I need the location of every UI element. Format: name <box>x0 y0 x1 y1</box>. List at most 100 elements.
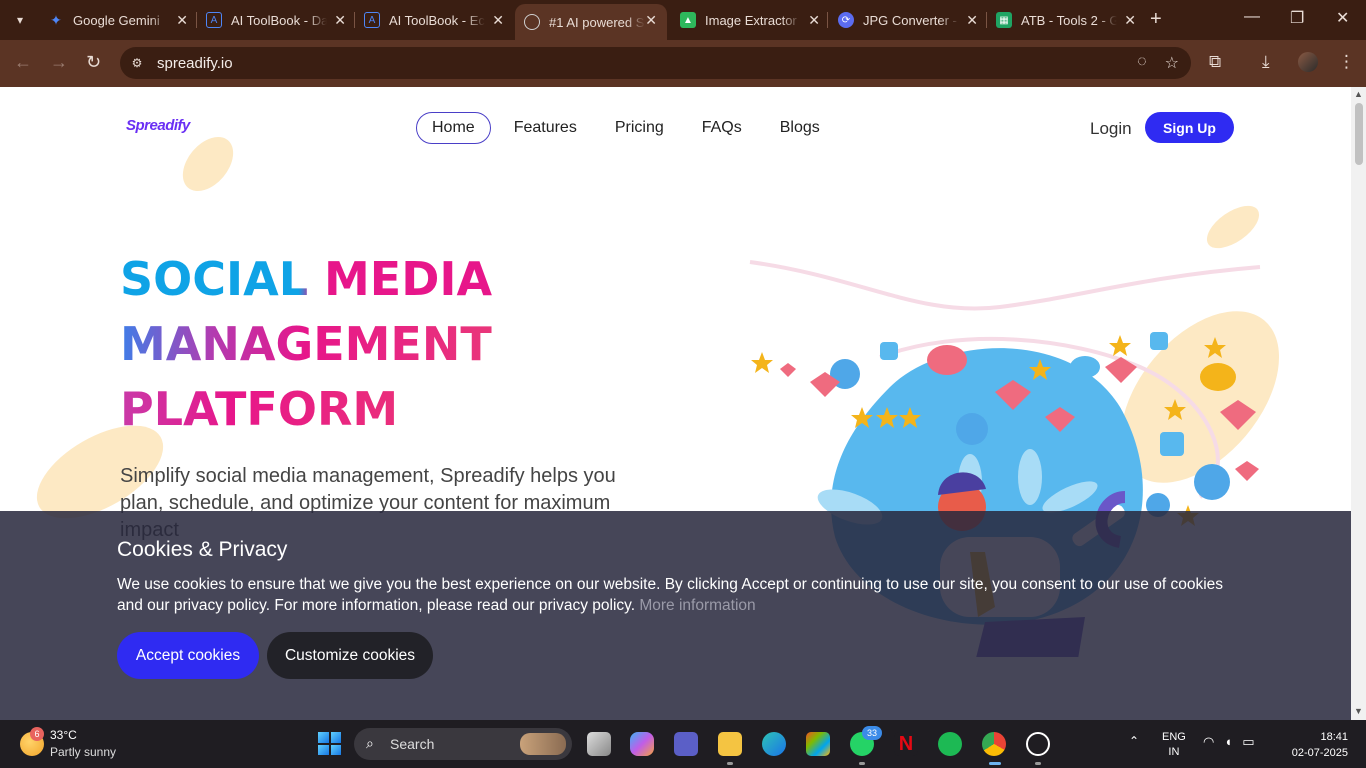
profile-avatar[interactable] <box>1298 52 1318 72</box>
search-highlight-image <box>520 733 566 755</box>
download-icon[interactable]: ⤓ <box>1262 52 1270 72</box>
close-icon[interactable]: ✕ <box>808 12 820 29</box>
close-icon[interactable]: ✕ <box>176 12 188 29</box>
signup-button[interactable]: Sign Up <box>1145 112 1234 143</box>
region-code: IN <box>1168 746 1180 758</box>
nav-pricing[interactable]: Pricing <box>600 113 679 143</box>
site-logo[interactable]: Spreadify <box>126 117 190 134</box>
nav-faqs[interactable]: FAQs <box>687 113 757 143</box>
eye-off-icon[interactable]: ◌ <box>1137 53 1147 73</box>
bookmark-star-icon[interactable]: ☆ <box>1165 53 1179 73</box>
clock[interactable]: 18:41 02-07-2025 <box>1292 729 1348 761</box>
tab-search-button[interactable]: ▾ <box>6 6 34 34</box>
hero-line-1: SOCIAL MEDIA <box>120 247 492 312</box>
edge-icon[interactable] <box>762 732 786 756</box>
nav-features[interactable]: Features <box>499 113 592 143</box>
search-placeholder: Search <box>390 736 435 752</box>
tab-ai-toolbook-1[interactable]: A AI ToolBook - Da ✕ <box>206 4 356 36</box>
minimize-button[interactable]: — <box>1244 8 1260 26</box>
tab-ai-toolbook-2[interactable]: A AI ToolBook - Ec ✕ <box>364 4 514 36</box>
login-link[interactable]: Login <box>1090 119 1132 139</box>
cookie-banner: Cookies & Privacy We use cookies to ensu… <box>0 511 1351 720</box>
start-button[interactable] <box>318 732 341 755</box>
clock-date: 02-07-2025 <box>1291 747 1348 759</box>
customize-cookies-button[interactable]: Customize cookies <box>267 632 433 679</box>
tab-jpg-converter[interactable]: ⟳ JPG Converter - ✕ <box>838 4 988 36</box>
forward-button[interactable]: → <box>50 52 68 73</box>
close-icon[interactable]: ✕ <box>1124 12 1136 29</box>
address-bar[interactable]: ⚙ spreadify.io ◌ ☆ <box>120 47 1191 79</box>
task-view-icon[interactable] <box>587 732 611 756</box>
file-explorer-icon[interactable] <box>718 732 742 756</box>
tab-label: AI ToolBook - Da <box>231 12 327 28</box>
hero-line-3: PLATFORM <box>120 377 492 442</box>
aitoolbook-icon: A <box>206 12 222 28</box>
decor-blob <box>172 127 244 201</box>
weather-desc[interactable]: Partly sunny <box>50 745 116 759</box>
reload-button[interactable]: ↻ <box>86 52 101 73</box>
aitoolbook-icon: A <box>364 12 380 28</box>
menu-icon[interactable]: ⋮ <box>1338 52 1355 72</box>
search-icon: ⌕ <box>366 735 374 751</box>
tab-spreadify[interactable]: #1 AI powered S ✕ <box>515 4 667 40</box>
weather-temp[interactable]: 33°C <box>50 728 77 742</box>
weather-badge: 6 <box>30 727 44 741</box>
scroll-up-icon[interactable]: ▲ <box>1354 89 1363 99</box>
chrome-icon[interactable] <box>982 732 1006 756</box>
extensions-icon[interactable]: ⧉ <box>1209 52 1221 72</box>
spotify-icon[interactable] <box>938 732 962 756</box>
show-hidden-icons[interactable]: ⌃ <box>1129 734 1139 748</box>
restore-button[interactable]: ❐ <box>1290 8 1304 28</box>
tab-google-gemini[interactable]: ✦ Google Gemini ✕ <box>48 4 198 36</box>
lang-code: ENG <box>1162 731 1186 743</box>
url-text[interactable]: spreadify.io <box>157 55 233 72</box>
globe-icon <box>524 14 540 30</box>
scroll-thumb[interactable] <box>1355 103 1363 165</box>
language-indicator[interactable]: ENG IN <box>1162 730 1186 760</box>
volume-icon[interactable]: ◖ <box>1224 734 1232 750</box>
gemini-icon: ✦ <box>50 11 62 28</box>
netflix-icon[interactable]: N <box>894 732 918 756</box>
close-icon[interactable]: ✕ <box>966 12 978 29</box>
wifi-icon[interactable]: ◠ <box>1203 734 1214 750</box>
taskbar: 6 33°C Partly sunny ⌕ Search 33 N ⌃ ENG … <box>0 720 1366 768</box>
accept-cookies-button[interactable]: Accept cookies <box>117 632 259 679</box>
nav-home[interactable]: Home <box>416 112 491 144</box>
site-info-icon[interactable]: ⚙ <box>128 54 146 72</box>
new-tab-button[interactable]: + <box>1150 8 1162 30</box>
tab-label: JPG Converter - <box>863 12 957 28</box>
tab-label: Google Gemini <box>73 12 160 28</box>
tab-label: Image Extractor <box>705 12 797 28</box>
image-icon: ▲ <box>680 12 696 28</box>
tab-label: AI ToolBook - Ec <box>389 12 485 28</box>
browser-toolbar: ← → ↻ ⚙ spreadify.io ◌ ☆ ⧉ ⤓ ⋮ <box>0 40 1366 87</box>
teams-icon[interactable] <box>674 732 698 756</box>
chatgpt-icon[interactable] <box>1026 732 1050 756</box>
clock-time: 18:41 <box>1320 731 1348 743</box>
close-icon[interactable]: ✕ <box>492 12 504 29</box>
store-icon[interactable] <box>806 732 830 756</box>
more-information-link[interactable]: More information <box>639 597 755 614</box>
cookie-text: We use cookies to ensure that we give yo… <box>117 574 1242 616</box>
page-scrollbar[interactable]: ▲ ▼ <box>1351 87 1366 720</box>
whatsapp-badge: 33 <box>862 726 882 740</box>
scroll-down-icon[interactable]: ▼ <box>1354 706 1363 716</box>
tab-image-extractor[interactable]: ▲ Image Extractor ✕ <box>680 4 830 36</box>
tab-label: ATB - Tools 2 - G <box>1021 12 1117 28</box>
webpage: Spreadify Home Features Pricing FAQs Blo… <box>0 87 1351 720</box>
back-button[interactable]: ← <box>14 52 32 73</box>
battery-icon[interactable]: ▭ <box>1242 734 1254 750</box>
taskbar-search[interactable]: ⌕ Search <box>354 728 572 760</box>
copilot-icon[interactable] <box>630 732 654 756</box>
close-icon[interactable]: ✕ <box>334 12 346 29</box>
tab-label: #1 AI powered S <box>549 14 645 30</box>
tab-atb-tools[interactable]: ▦ ATB - Tools 2 - G ✕ <box>996 4 1146 36</box>
sheets-icon: ▦ <box>996 12 1012 28</box>
nav-blogs[interactable]: Blogs <box>765 113 835 143</box>
tab-strip: ▾ ✦ Google Gemini ✕ A AI ToolBook - Da ✕… <box>0 0 1366 40</box>
converter-icon: ⟳ <box>838 12 854 28</box>
main-nav: Home Features Pricing FAQs Blogs <box>416 112 843 144</box>
close-icon[interactable]: ✕ <box>645 12 657 29</box>
close-window-button[interactable]: ✕ <box>1336 8 1349 28</box>
cookie-title: Cookies & Privacy <box>117 538 288 561</box>
